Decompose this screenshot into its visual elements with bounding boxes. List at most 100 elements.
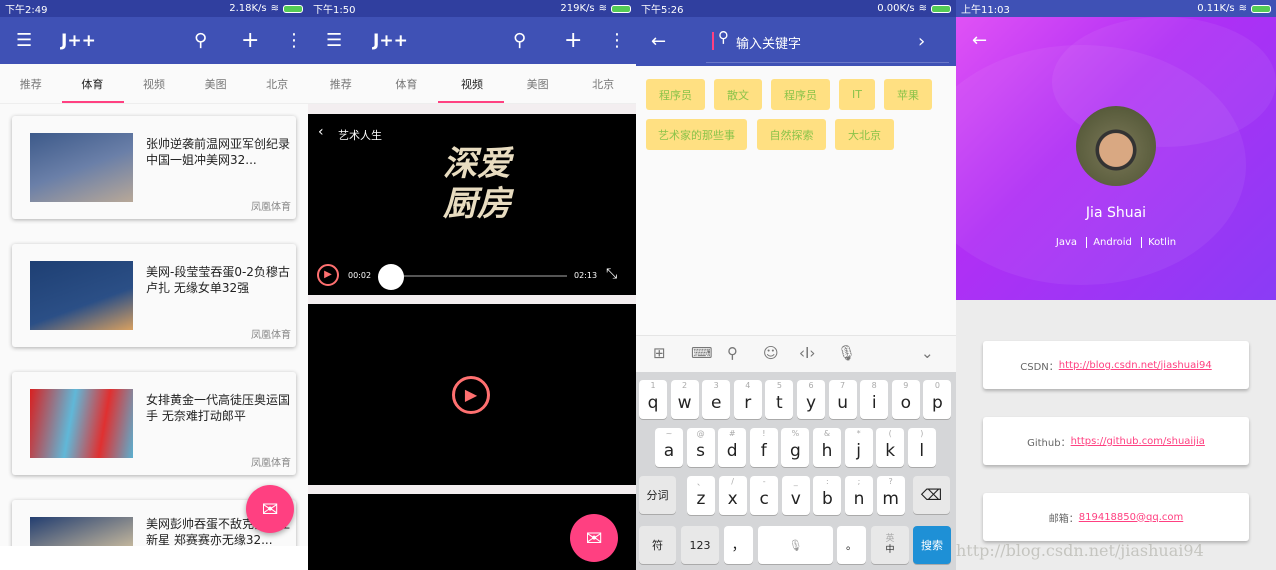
chevron-down-icon[interactable]: ⌄ [921,344,934,362]
seek-thumb[interactable] [377,264,404,290]
more-icon[interactable]: ⋮ [608,30,626,51]
battery-icon [931,4,951,13]
tab-sports[interactable]: 体育 [62,76,124,92]
key-q[interactable]: 1q [639,380,667,419]
key-j[interactable]: * j [844,428,873,467]
key-char: o [900,393,911,413]
search-icon[interactable]: ⚲ [513,30,526,51]
cursor-icon[interactable]: ‹I› [799,344,815,362]
tab-pictures[interactable]: 美图 [185,76,247,92]
csdn-link[interactable]: http://blog.csdn.net/jiashuai94 [1059,360,1212,371]
key-t[interactable]: 5t [765,380,794,419]
key-k[interactable]: (k [876,428,905,467]
grid-icon[interactable]: ⊞ [653,344,666,362]
search-icon[interactable]: ⚲ [194,30,207,51]
chevron-right-icon[interactable]: › [918,31,925,52]
key-s[interactable]: @ s [686,428,715,467]
key-e[interactable]: 3e [702,380,731,419]
key-alt-char: _ [793,477,798,486]
menu-icon[interactable]: ☰ [16,30,32,51]
key-g[interactable]: % g [781,428,810,467]
email-link[interactable]: 819418850@qq.com [1079,512,1184,523]
key-b[interactable]: :b [813,476,842,515]
search-field[interactable]: ⚲ 输入关键字 [706,17,949,63]
keyboard-icon[interactable]: ⌨ [691,344,713,362]
microphone-icon[interactable]: 🎙 [837,344,856,362]
key-c[interactable]: -c [750,476,779,515]
seek-bar[interactable] [383,275,567,277]
key-i[interactable]: 8i [860,380,889,419]
tab-video[interactable]: 视频 [439,76,505,92]
news-card[interactable]: 女排黄金一代高徒压奥运国手 无奈难打动郎平 凤凰体育 [12,372,296,475]
key-segment[interactable]: 分词 [639,476,676,514]
tab-indicator [438,101,504,103]
tab-recommend[interactable]: 推荐 [308,76,374,92]
github-link[interactable]: https://github.com/shuaijia [1071,436,1205,447]
key-char: v [790,489,801,509]
key-space[interactable]: 🎙 [758,526,833,564]
tag[interactable]: 艺术家的那些事 [646,119,747,150]
more-icon[interactable]: ⋮ [285,30,303,51]
tag[interactable]: 程序员 [771,79,830,110]
tag[interactable]: 散文 [714,79,762,110]
key-alt-char: % [791,429,800,438]
key-lang-switch[interactable]: 英中 [871,526,909,564]
key-x[interactable]: / x [718,476,747,515]
key-alt-char: * [856,429,861,438]
mail-fab[interactable]: ✉ [570,514,618,562]
back-icon[interactable]: ‹ [318,124,324,140]
key-f[interactable]: ! f [749,428,778,467]
key-l[interactable]: ) l [907,428,936,467]
emoji-icon[interactable]: ☺ [763,344,779,362]
key-numbers[interactable]: 123 [681,526,719,564]
video-player[interactable]: ‹ 艺术人生 深爱厨房 ▶ 00:02 02:13 ⤡ [308,114,636,295]
news-card[interactable]: 张帅逆袭前温网亚军创纪录 中国一姐冲美网32... 凤凰体育 [12,116,296,219]
fullscreen-icon[interactable]: ⤡ [606,266,617,282]
key-alt-char: & [823,429,831,438]
key-y[interactable]: 6y [797,380,825,419]
key-search[interactable]: 搜索 [913,526,951,564]
key-n[interactable]: ; n [845,476,873,515]
key-d[interactable]: # d [718,428,747,467]
key-backspace[interactable]: ⌫ [913,476,950,514]
add-icon[interactable]: + [564,28,582,53]
tag[interactable]: 自然探索 [757,119,826,150]
menu-icon[interactable]: ☰ [326,30,342,51]
key-period[interactable]: 。 [837,526,866,564]
tag[interactable]: IT [839,79,875,110]
csdn-card: CSDN： http://blog.csdn.net/jiashuai94 [983,341,1249,389]
key-symbols[interactable]: 符 [639,526,676,564]
back-arrow-icon[interactable]: ← [651,31,666,52]
tab-sports[interactable]: 体育 [374,76,440,92]
key-o[interactable]: 9o [891,380,920,419]
tag[interactable]: 大北京 [835,119,894,150]
tag[interactable]: 苹果 [884,79,932,110]
mail-fab[interactable]: ✉ [246,485,294,533]
lang-en: 英 [885,534,895,544]
key-a[interactable]: ~ a [655,428,683,467]
search-input[interactable]: 输入关键字 [736,33,801,52]
key-r[interactable]: 4r [733,380,762,419]
key-u[interactable]: 7u [828,380,857,419]
play-button[interactable]: ▶ [317,264,339,286]
tag[interactable]: 程序员 [646,79,705,110]
key-z[interactable]: 、 z [687,476,715,515]
key-p[interactable]: 0p [923,380,952,419]
tab-pictures[interactable]: 美图 [505,76,571,92]
search-icon[interactable]: ⚲ [727,344,738,362]
add-icon[interactable]: + [241,28,259,53]
key-w[interactable]: 2w [670,380,699,419]
news-card[interactable]: 美网-段莹莹吞蛋0-2负穆古卢扎 无缘女单32强 凤凰体育 [12,244,296,347]
key-comma[interactable]: ， [724,526,753,564]
tab-recommend[interactable]: 推荐 [0,76,62,92]
play-button[interactable]: ▶ [452,376,490,414]
tab-video[interactable]: 视频 [123,76,185,92]
video-player[interactable]: ▶ [308,304,636,485]
tab-beijing[interactable]: 北京 [246,76,308,92]
key-alt-char: ! [762,429,766,438]
key-h[interactable]: & h [813,428,841,467]
key-v[interactable]: _ v [781,476,810,515]
back-arrow-icon[interactable]: ← [972,30,987,51]
tab-beijing[interactable]: 北京 [570,76,636,92]
key-m[interactable]: ? m [876,476,905,515]
